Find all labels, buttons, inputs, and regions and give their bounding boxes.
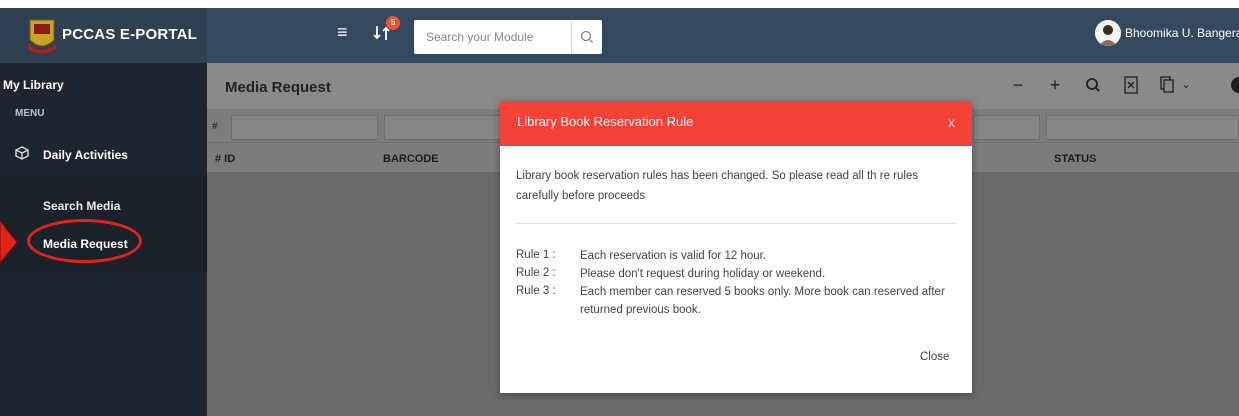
avatar [1095, 20, 1121, 46]
column-header-barcode[interactable]: BARCODE [383, 153, 439, 165]
page-title: Media Request [225, 79, 331, 96]
top-navbar: PCCAS E-PORTAL ≡ 5 Search your Module Bh… [0, 8, 1239, 63]
search-icon[interactable] [1083, 75, 1103, 95]
module-search [414, 20, 602, 54]
annotation-arrow [0, 220, 18, 264]
column-header-id[interactable]: # ID [215, 153, 235, 165]
filter-input[interactable] [973, 115, 1040, 140]
rule-text: Please don't request during holiday or w… [580, 268, 826, 280]
app-window: PCCAS E-PORTAL ≡ 5 Search your Module Bh… [0, 0, 1239, 416]
sidebar-title: My Library [3, 78, 64, 92]
modal-close-icon[interactable]: x [948, 114, 955, 130]
rule-text: Each reservation is valid for 12 hour. [580, 250, 767, 262]
modal-intro-text: Library book reservation rules has been … [516, 170, 919, 202]
rule-label: Rule 1 : [516, 249, 556, 261]
annotation-circle [27, 219, 142, 263]
cube-icon [15, 146, 29, 160]
hamburger-menu-icon[interactable]: ≡ [337, 23, 355, 41]
user-name: Bhoomika U. Bangera ⌄ [1125, 26, 1239, 40]
sidebar-item-search-media[interactable]: Search Media [43, 199, 120, 213]
chevron-down-icon[interactable]: ⌄ [1176, 75, 1196, 95]
brand-area[interactable]: PCCAS E-PORTAL [0, 8, 207, 63]
search-icon [580, 30, 593, 43]
rule-label: Rule 2 : [516, 267, 556, 279]
excel-icon[interactable] [1121, 75, 1141, 95]
filter-hash: # [212, 121, 218, 132]
modal-header: Library Book Reservation Rule x [500, 101, 972, 146]
search-input[interactable] [414, 20, 571, 54]
college-logo-icon [28, 19, 56, 54]
plus-icon[interactable]: + [1045, 75, 1065, 95]
reservation-rule-modal: Library Book Reservation Rule x Library … [500, 101, 972, 393]
rule-label: Rule 3 : [516, 285, 556, 297]
close-button[interactable]: Close [920, 351, 949, 363]
column-header-status[interactable]: STATUS [1054, 153, 1096, 165]
sidebar-item-daily-activities[interactable]: Daily Activities [0, 140, 207, 170]
filter-input[interactable] [231, 115, 378, 140]
help-icon[interactable] [1229, 75, 1239, 95]
filter-input[interactable] [1046, 115, 1239, 140]
brand-name: PCCAS E-PORTAL [62, 26, 198, 43]
filter-input[interactable] [384, 115, 502, 140]
notification-badge: 5 [386, 16, 400, 30]
minus-icon[interactable]: − [1008, 75, 1028, 95]
copy-icon[interactable] [1157, 75, 1177, 95]
modal-divider [516, 223, 956, 224]
sidebar-item-label: Daily Activities [43, 148, 128, 162]
rule-text: Each member can reserved 5 books only. M… [580, 286, 945, 316]
sidebar-menu-heading: MENU [15, 108, 45, 119]
search-button[interactable] [571, 20, 602, 54]
modal-title: Library Book Reservation Rule [517, 114, 694, 129]
